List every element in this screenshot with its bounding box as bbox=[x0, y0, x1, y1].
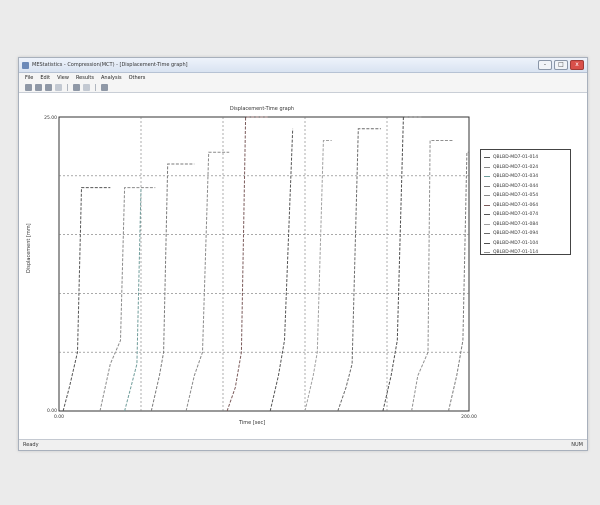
legend-label: QBLBD-MD7-01-094 bbox=[493, 231, 539, 237]
legend-swatch bbox=[484, 157, 490, 159]
legend-label: QBLBD-MD7-01-024 bbox=[493, 164, 539, 170]
legend-swatch bbox=[484, 176, 490, 178]
table-icon[interactable] bbox=[83, 83, 90, 91]
legend-item: QBLBD-MD7-01-084 bbox=[484, 220, 567, 230]
legend-label: QBLBD-MD7-01-084 bbox=[493, 221, 539, 227]
legend-label: QBLBD-MD7-01-064 bbox=[493, 202, 539, 208]
title-bar: MEStatistics - Compression(MCT) - [Displ… bbox=[19, 58, 587, 73]
legend-swatch bbox=[484, 214, 490, 216]
toolbar-separator bbox=[95, 83, 96, 91]
menu-bar: File Edit View Results Analysis Others bbox=[19, 73, 587, 82]
save-icon[interactable] bbox=[35, 83, 42, 91]
legend-label: QBLBD-MD7-01-044 bbox=[493, 183, 539, 189]
status-text: Ready bbox=[23, 442, 39, 448]
legend-swatch bbox=[484, 185, 490, 187]
y-tick-label: 0.00 bbox=[47, 408, 57, 414]
legend-item: QBLBD-MD7-01-034 bbox=[484, 172, 567, 182]
legend: QBLBD-MD7-01-014 QBLBD-MD7-01-024 QBLBD-MD… bbox=[480, 149, 571, 255]
legend-swatch bbox=[484, 233, 490, 235]
x-axis-label: Time [sec] bbox=[239, 420, 266, 426]
legend-swatch bbox=[484, 204, 490, 206]
legend-label: QBLBD-MD7-01-054 bbox=[493, 193, 539, 199]
print-icon[interactable] bbox=[45, 83, 52, 91]
legend-swatch bbox=[484, 223, 490, 225]
legend-item: QBLBD-MD7-01-104 bbox=[484, 239, 567, 249]
chart-icon[interactable] bbox=[73, 83, 80, 91]
x-tick-label: 200.00 bbox=[461, 414, 477, 420]
menu-results[interactable]: Results bbox=[76, 75, 94, 81]
app-window: MEStatistics - Compression(MCT) - [Displ… bbox=[18, 57, 588, 451]
close-button[interactable]: x bbox=[570, 60, 584, 70]
legend-item: QBLBD-MD7-01-074 bbox=[484, 210, 567, 220]
help-icon[interactable] bbox=[101, 83, 108, 91]
status-bar: Ready NUM bbox=[19, 439, 587, 450]
plot-frame bbox=[58, 116, 470, 412]
legend-item: QBLBD-MD7-01-014 bbox=[484, 153, 567, 163]
minimize-button[interactable]: - bbox=[538, 60, 552, 70]
window-controls: - □ x bbox=[538, 60, 584, 70]
window-title: MEStatistics - Compression(MCT) - [Displ… bbox=[32, 62, 188, 68]
legend-item: QBLBD-MD7-01-054 bbox=[484, 191, 567, 201]
toolbar-separator bbox=[67, 83, 68, 91]
legend-swatch bbox=[484, 242, 490, 244]
menu-analysis[interactable]: Analysis bbox=[101, 75, 122, 81]
plot-svg: 25.00 0.000.00 200.00 bbox=[44, 115, 477, 420]
y-axis-label: Displacement [mm] bbox=[26, 223, 32, 273]
toolbar bbox=[19, 82, 587, 93]
app-icon bbox=[22, 61, 29, 69]
legend-label: QBLBD-MD7-01-014 bbox=[493, 155, 539, 161]
menu-edit[interactable]: Edit bbox=[40, 75, 50, 81]
legend-item: QBLBD-MD7-01-024 bbox=[484, 163, 567, 173]
legend-item: QBLBD-MD7-01-064 bbox=[484, 201, 567, 211]
copy-icon[interactable] bbox=[55, 83, 62, 91]
y-tick-label: 25.00 bbox=[44, 115, 57, 121]
legend-swatch bbox=[484, 195, 490, 197]
legend-item: QBLBD-MD7-01-044 bbox=[484, 182, 567, 192]
legend-item: QBLBD-MD7-01-114 bbox=[484, 248, 567, 258]
legend-swatch bbox=[484, 252, 490, 254]
legend-swatch bbox=[484, 166, 490, 168]
status-indicator: NUM bbox=[571, 442, 583, 448]
x-tick-label: 0.00 bbox=[54, 414, 64, 420]
legend-item: QBLBD-MD7-01-094 bbox=[484, 229, 567, 239]
maximize-button[interactable]: □ bbox=[554, 60, 568, 70]
legend-label: QBLBD-MD7-01-074 bbox=[493, 212, 539, 218]
legend-label: QBLBD-MD7-01-114 bbox=[493, 250, 539, 256]
legend-label: QBLBD-MD7-01-104 bbox=[493, 240, 539, 246]
open-icon[interactable] bbox=[25, 83, 32, 91]
menu-view[interactable]: View bbox=[57, 75, 69, 81]
legend-label: QBLBD-MD7-01-034 bbox=[493, 174, 539, 180]
menu-others[interactable]: Others bbox=[129, 75, 146, 81]
graph-area: Displacement-Time graph 25.00 0.00 0.00 200… bbox=[19, 93, 587, 438]
menu-file[interactable]: File bbox=[25, 75, 33, 81]
